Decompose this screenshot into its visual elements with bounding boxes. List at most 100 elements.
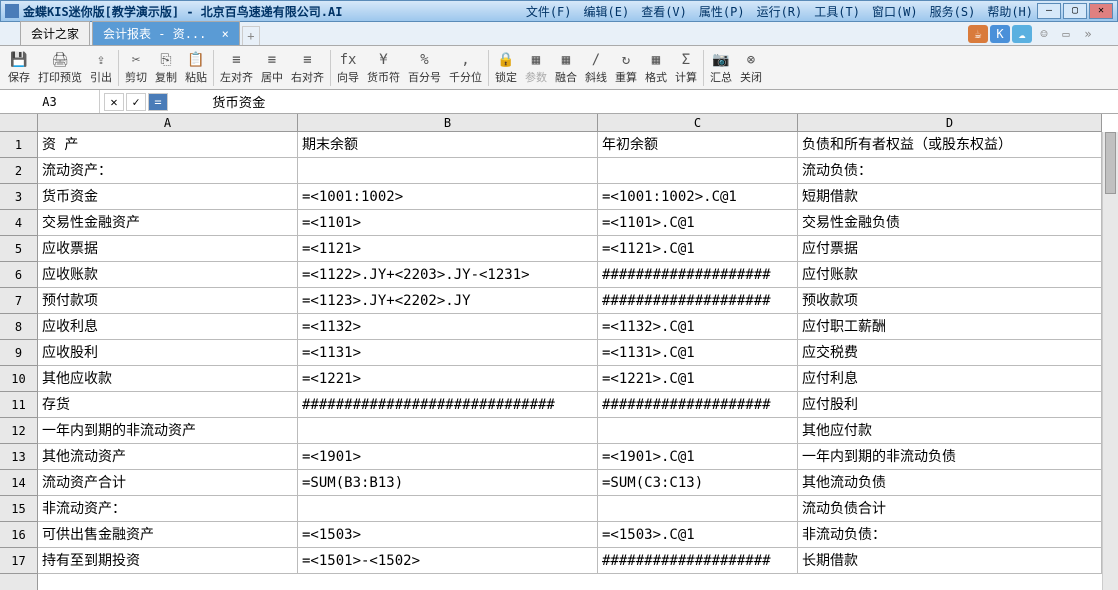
menu-item[interactable]: 编辑(E) <box>580 3 634 20</box>
menu-item[interactable]: 运行(R) <box>753 3 807 20</box>
cell[interactable]: ############################## <box>298 392 598 417</box>
row-header[interactable]: 12 <box>0 418 37 444</box>
row-header[interactable]: 3 <box>0 184 37 210</box>
cell[interactable]: =<1131> <box>298 340 598 365</box>
cell[interactable]: =<1503>.C@1 <box>598 522 798 547</box>
cell[interactable]: 交易性金融资产 <box>38 210 298 235</box>
cell[interactable]: =<1131>.C@1 <box>598 340 798 365</box>
cell[interactable]: =<1221>.C@1 <box>598 366 798 391</box>
cell[interactable]: =<1001:1002>.C@1 <box>598 184 798 209</box>
toolbar-button-左对齐[interactable]: ≡左对齐 <box>216 49 257 87</box>
toolbar-button-斜线[interactable]: /斜线 <box>581 49 611 87</box>
cell[interactable]: =<1503> <box>298 522 598 547</box>
k-icon[interactable]: K <box>990 25 1010 43</box>
toolbar-button-融合[interactable]: ▦融合 <box>551 49 581 87</box>
chat-icon[interactable]: ▭ <box>1056 25 1076 43</box>
toolbar-button-汇总[interactable]: 📷汇总 <box>706 49 736 87</box>
row-header[interactable]: 5 <box>0 236 37 262</box>
cell[interactable]: =<1123>.JY+<2202>.JY <box>298 288 598 313</box>
grid-corner[interactable] <box>0 114 38 132</box>
tab-close-icon[interactable]: × <box>222 27 229 41</box>
column-header-B[interactable]: B <box>298 114 598 131</box>
formula-input[interactable] <box>172 90 1118 113</box>
menu-item[interactable]: 窗口(W) <box>868 3 922 20</box>
cell[interactable]: 流动负债合计 <box>798 496 1102 521</box>
cell[interactable]: 存货 <box>38 392 298 417</box>
cell[interactable]: #################### <box>598 392 798 417</box>
cell[interactable]: 资 产 <box>38 132 298 157</box>
cell[interactable]: 一年内到期的非流动负债 <box>798 444 1102 469</box>
cell[interactable]: 应收账款 <box>38 262 298 287</box>
smile-icon[interactable]: ☺ <box>1034 25 1054 43</box>
cell[interactable]: 应收股利 <box>38 340 298 365</box>
cell-reference[interactable]: A3 <box>0 90 100 113</box>
cell[interactable]: 应付职工薪酬 <box>798 314 1102 339</box>
row-header[interactable]: 4 <box>0 210 37 236</box>
cell[interactable]: 年初余额 <box>598 132 798 157</box>
cell[interactable]: 流动资产合计 <box>38 470 298 495</box>
cell[interactable]: 应付票据 <box>798 236 1102 261</box>
cell[interactable] <box>298 418 598 443</box>
cell[interactable]: =<1101> <box>298 210 598 235</box>
toolbar-button-千分位[interactable]: ,千分位 <box>445 49 486 87</box>
toolbar-button-货币符[interactable]: ¥货币符 <box>363 49 404 87</box>
menu-item[interactable]: 查看(V) <box>637 3 691 20</box>
cell[interactable]: =<1121>.C@1 <box>598 236 798 261</box>
cell[interactable]: 非流动负债： <box>798 522 1102 547</box>
formula-cancel-button[interactable]: ✕ <box>104 93 124 111</box>
cell[interactable]: 应收票据 <box>38 236 298 261</box>
cell[interactable] <box>298 158 598 183</box>
toolbar-button-保存[interactable]: 💾保存 <box>4 49 34 87</box>
cell[interactable]: 应付股利 <box>798 392 1102 417</box>
cell[interactable]: =SUM(B3:B13) <box>298 470 598 495</box>
cell[interactable]: 短期借款 <box>798 184 1102 209</box>
toolbar-button-引出[interactable]: ⇪引出 <box>86 49 116 87</box>
row-header[interactable]: 1 <box>0 132 37 158</box>
cell[interactable] <box>598 418 798 443</box>
cell[interactable]: =<1901> <box>298 444 598 469</box>
row-header[interactable]: 6 <box>0 262 37 288</box>
toolbar-button-剪切[interactable]: ✂剪切 <box>121 49 151 87</box>
row-header[interactable]: 7 <box>0 288 37 314</box>
row-header[interactable]: 17 <box>0 548 37 574</box>
cell[interactable]: =<1901>.C@1 <box>598 444 798 469</box>
toolbar-button-打印预览[interactable]: 🖨打印预览 <box>34 49 86 87</box>
toolbar-button-锁定[interactable]: 🔒锁定 <box>491 49 521 87</box>
cell[interactable]: 应交税费 <box>798 340 1102 365</box>
cell[interactable] <box>598 158 798 183</box>
tab-home[interactable]: 会计之家 <box>20 21 90 45</box>
cell[interactable]: 流动负债： <box>798 158 1102 183</box>
cell[interactable]: 交易性金融负债 <box>798 210 1102 235</box>
cell[interactable]: 应付利息 <box>798 366 1102 391</box>
cell[interactable]: 应收利息 <box>38 314 298 339</box>
menu-item[interactable]: 文件(F) <box>522 3 576 20</box>
close-button[interactable]: ✕ <box>1089 3 1113 19</box>
toolbar-button-计算[interactable]: Σ计算 <box>671 49 701 87</box>
cell[interactable]: 其他流动资产 <box>38 444 298 469</box>
cell[interactable]: =SUM(C3:C13) <box>598 470 798 495</box>
cell[interactable]: #################### <box>598 262 798 287</box>
tab-report[interactable]: 会计报表 - 资... × <box>92 21 240 45</box>
toolbar-button-向导[interactable]: fx向导 <box>333 49 363 87</box>
toolbar-button-格式[interactable]: ▦格式 <box>641 49 671 87</box>
cell[interactable]: 流动资产： <box>38 158 298 183</box>
toolbar-button-粘贴[interactable]: 📋粘贴 <box>181 49 211 87</box>
vertical-scrollbar[interactable] <box>1102 132 1118 590</box>
cell[interactable]: =<1121> <box>298 236 598 261</box>
menu-item[interactable]: 属性(P) <box>695 3 749 20</box>
cell[interactable] <box>598 496 798 521</box>
cell[interactable]: 长期借款 <box>798 548 1102 573</box>
cell[interactable]: =<1001:1002> <box>298 184 598 209</box>
cell[interactable]: #################### <box>598 288 798 313</box>
cell[interactable]: 持有至到期投资 <box>38 548 298 573</box>
minimize-button[interactable]: — <box>1037 3 1061 19</box>
cell[interactable]: 应付账款 <box>798 262 1102 287</box>
cell[interactable]: 期末余额 <box>298 132 598 157</box>
row-header[interactable]: 10 <box>0 366 37 392</box>
more-icon[interactable]: » <box>1078 25 1098 43</box>
column-header-D[interactable]: D <box>798 114 1102 131</box>
toolbar-button-参数[interactable]: ▦参数 <box>521 49 551 87</box>
toolbar-button-百分号[interactable]: %百分号 <box>404 49 445 87</box>
cell[interactable]: 预付款项 <box>38 288 298 313</box>
toolbar-button-右对齐[interactable]: ≡右对齐 <box>287 49 328 87</box>
